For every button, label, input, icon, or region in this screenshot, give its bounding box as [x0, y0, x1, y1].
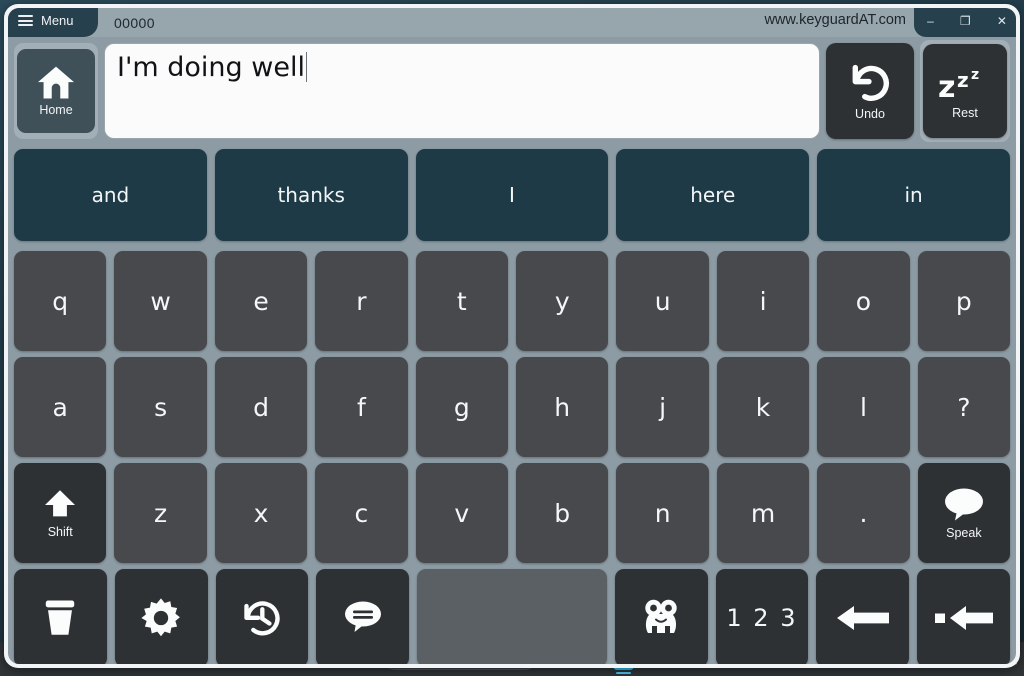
history-icon [244, 601, 280, 636]
emoji-key[interactable] [614, 569, 708, 664]
letter-key[interactable]: s [114, 357, 207, 457]
keyboard-row-2: a s d f g h j k l ? [8, 357, 1016, 457]
prediction-key[interactable]: thanks [214, 149, 408, 241]
letter-key[interactable]: x [214, 463, 308, 563]
speak-key-label: Speak [946, 526, 982, 540]
svg-text:z: z [938, 70, 955, 105]
app-content-area: 00000 www.keyguardAT.com Menu – ❐ ✕ Home… [8, 8, 1016, 664]
gear-icon [141, 598, 181, 637]
word-prediction-row: and thanks I here in [8, 145, 1016, 245]
chat-bubble-icon [344, 601, 381, 632]
keyboard-row-1: q w e r t y u i o p [8, 251, 1016, 351]
speech-bubble-icon [944, 488, 983, 521]
letter-key[interactable]: z [114, 463, 207, 563]
letter-key[interactable]: p [917, 251, 1011, 351]
document-id-label: 00000 [114, 14, 155, 31]
letter-key[interactable]: l [817, 357, 910, 457]
letter-key[interactable]: n [616, 463, 709, 563]
undo-button[interactable]: Undo [826, 43, 914, 139]
letter-key[interactable]: t [415, 251, 509, 351]
letter-key[interactable]: f [315, 357, 408, 457]
keyguard-app-window: 00000 www.keyguardAT.com Menu – ❐ ✕ Home… [4, 4, 1020, 668]
letter-key[interactable]: m [716, 463, 810, 563]
hamburger-icon [18, 15, 33, 26]
app-titlebar: 00000 www.keyguardAT.com [8, 8, 1016, 37]
minimize-button[interactable]: – [919, 12, 942, 30]
up-arrow-icon [45, 490, 76, 517]
settings-key[interactable] [114, 569, 208, 664]
backspace-arrow-icon [836, 606, 889, 630]
home-button[interactable]: Home [17, 49, 95, 133]
text-input-value: I'm doing well [117, 52, 305, 83]
question-mark-key[interactable]: ? [917, 357, 1011, 457]
letter-key[interactable]: v [415, 463, 509, 563]
svg-text:z: z [957, 68, 969, 92]
letter-key[interactable]: c [315, 463, 408, 563]
letter-key[interactable]: r [315, 251, 408, 351]
trash-icon [46, 600, 75, 635]
close-button[interactable]: ✕ [989, 12, 1015, 30]
period-key[interactable]: . [817, 463, 910, 563]
letter-key[interactable]: o [817, 251, 910, 351]
letter-key[interactable]: w [114, 251, 207, 351]
letter-key[interactable]: a [14, 357, 107, 457]
site-url-label: www.keyguardAT.com [764, 12, 906, 28]
home-button-label: Home [39, 103, 73, 117]
delete-word-icon [934, 606, 993, 630]
delete-all-key[interactable] [14, 569, 107, 664]
rest-button-slot: z z z Rest [920, 40, 1010, 142]
space-bar[interactable] [417, 569, 607, 664]
rest-button[interactable]: z z z Rest [923, 44, 1007, 138]
letter-key[interactable]: i [716, 251, 810, 351]
speak-key[interactable]: Speak [917, 463, 1011, 563]
house-icon [38, 66, 74, 99]
menu-button[interactable]: Menu [8, 8, 98, 37]
shift-key-label: Shift [47, 525, 73, 539]
letter-key[interactable]: y [516, 251, 609, 351]
shift-key[interactable]: Shift [14, 463, 107, 563]
top-toolbar-row: Home I'm doing well Undo z z z Rest [8, 37, 1016, 145]
phrases-key[interactable] [316, 569, 410, 664]
text-cursor [305, 52, 308, 82]
rest-button-label: Rest [952, 105, 978, 120]
window-controls[interactable]: – ❐ ✕ [914, 8, 1016, 37]
sleep-zzz-icon: z z z [938, 67, 979, 105]
home-button-slot: Home [14, 43, 98, 139]
letter-key[interactable]: b [516, 463, 609, 563]
keyboard-row-3: Shift z x c v b n m . Speak [8, 463, 1016, 563]
letter-key[interactable]: u [616, 251, 709, 351]
numbers-key[interactable]: 1 2 3 [715, 569, 809, 664]
letter-key[interactable]: q [14, 251, 107, 351]
backspace-key[interactable] [816, 569, 910, 664]
letter-key[interactable]: g [415, 357, 509, 457]
letter-key[interactable]: h [516, 357, 609, 457]
undo-button-label: Undo [855, 106, 885, 121]
keyboard-row-4: 1 2 3 [8, 569, 1016, 664]
delete-word-key[interactable] [917, 569, 1010, 664]
letter-key[interactable]: d [214, 357, 308, 457]
letter-key[interactable]: k [716, 357, 810, 457]
svg-text:z: z [971, 67, 979, 83]
prediction-key[interactable]: I [415, 149, 609, 241]
creature-emoji-icon [645, 599, 677, 633]
letter-key[interactable]: j [616, 357, 709, 457]
prediction-key[interactable]: here [616, 149, 810, 241]
history-key[interactable] [215, 569, 309, 664]
prediction-key[interactable]: and [14, 149, 207, 241]
letter-key[interactable]: e [214, 251, 308, 351]
undo-arrow-icon [852, 64, 890, 101]
menu-button-label: Menu [41, 13, 74, 28]
prediction-key[interactable]: in [817, 149, 1010, 241]
maximize-button[interactable]: ❐ [952, 12, 979, 30]
text-input-area[interactable]: I'm doing well [104, 43, 820, 139]
